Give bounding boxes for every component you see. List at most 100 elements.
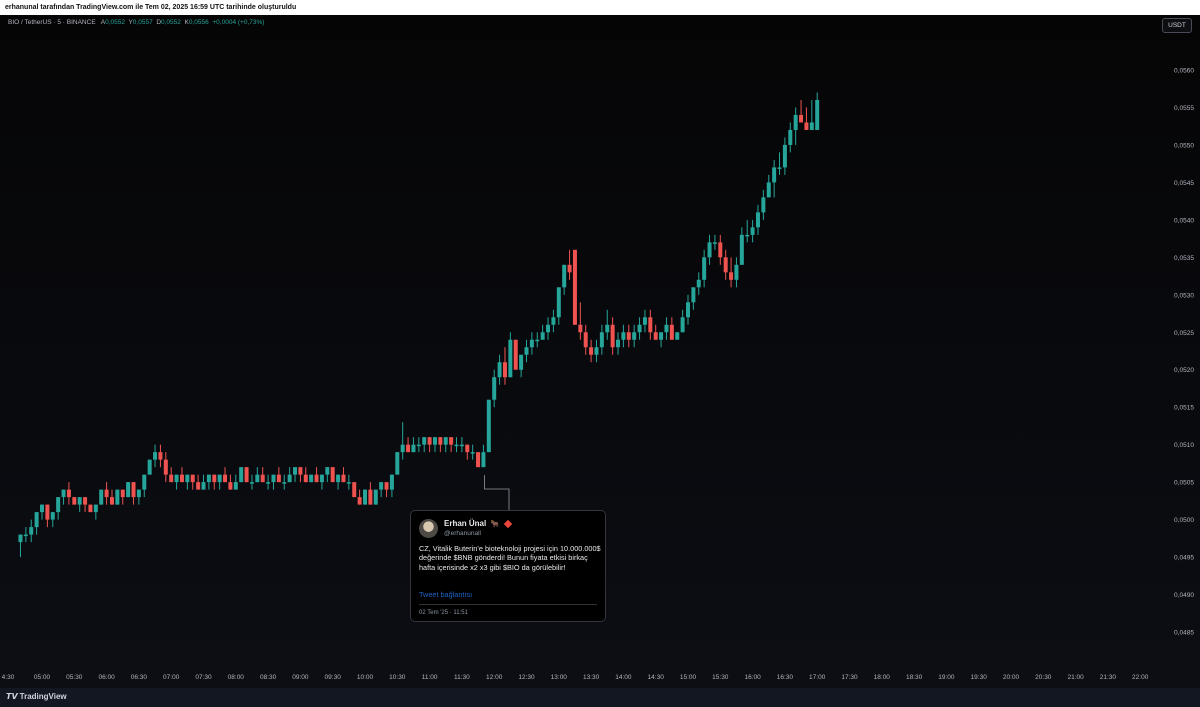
candle-body bbox=[109, 497, 114, 505]
candle-body bbox=[309, 474, 314, 483]
tradingview-logo[interactable]: 𝙏𝙑 TradingView bbox=[6, 692, 67, 701]
price-tick-label: 0,0515 bbox=[1174, 405, 1194, 412]
time-tick-label: 15:00 bbox=[680, 674, 697, 681]
candle-body bbox=[702, 257, 707, 280]
time-tick-label: 07:00 bbox=[163, 674, 180, 681]
candle-body bbox=[761, 197, 766, 213]
candle-body bbox=[158, 452, 163, 460]
candle-body bbox=[325, 467, 330, 475]
candle-body bbox=[115, 489, 120, 505]
candle-body bbox=[346, 482, 351, 484]
symbol-name: BIO / TetherUS · 5 · BINANCE bbox=[8, 19, 96, 26]
price-tick-label: 0,0525 bbox=[1174, 330, 1194, 337]
time-tick-label: 10:30 bbox=[389, 674, 406, 681]
candle-body bbox=[212, 474, 217, 483]
candle-body bbox=[260, 474, 265, 483]
open-value: 0,0552 bbox=[105, 19, 125, 26]
candle-body bbox=[88, 504, 93, 513]
symbol-legend: BIO / TetherUS · 5 · BINANCE A0,0552 Y0,… bbox=[8, 19, 264, 26]
tradingview-logo-text: TradingView bbox=[19, 692, 67, 701]
candle-body bbox=[104, 489, 109, 498]
currency-button[interactable]: USDT bbox=[1162, 18, 1192, 33]
candle-body bbox=[529, 339, 534, 348]
time-tick-label: 05:30 bbox=[66, 674, 83, 681]
candle-body bbox=[131, 482, 136, 498]
candle-body bbox=[190, 474, 195, 483]
chart-pane[interactable]: 0,0560 0,0555 0,0550 0,0545 0,0540 0,0535 0,05… bbox=[0, 15, 1200, 688]
candle-body bbox=[556, 287, 561, 318]
candle-body bbox=[454, 444, 459, 447]
candle-body bbox=[126, 482, 131, 498]
tweet-text: CZ, Vitalik Buterin’e bioteknoloji proje… bbox=[419, 544, 601, 572]
tweet-author-name: Erhan Ünal bbox=[444, 519, 487, 528]
candle-body bbox=[578, 324, 583, 333]
price-tick-label: 0,0535 bbox=[1174, 255, 1194, 262]
candle-body bbox=[675, 332, 680, 340]
tweet-link[interactable]: Tweet bağlantısı bbox=[419, 590, 472, 599]
time-tick-label: 12:30 bbox=[518, 674, 535, 681]
candle-body bbox=[632, 332, 637, 340]
candle-body bbox=[610, 324, 615, 348]
change-value: +0,0004 (+0,73%) bbox=[212, 19, 265, 26]
candle-body bbox=[287, 474, 292, 483]
time-tick-label: 17:00 bbox=[809, 674, 826, 681]
candle-body bbox=[136, 489, 141, 498]
candle-body bbox=[341, 474, 346, 483]
candle-body bbox=[163, 459, 168, 475]
candle-body bbox=[583, 332, 588, 348]
candle-body bbox=[793, 114, 798, 130]
candle-body bbox=[50, 512, 55, 520]
candle-body bbox=[18, 534, 23, 543]
price-tick-label: 0,0560 bbox=[1174, 68, 1194, 75]
candle-body bbox=[239, 467, 244, 483]
candle-body bbox=[336, 474, 341, 483]
time-tick-label: 08:00 bbox=[228, 674, 245, 681]
candle-body bbox=[524, 347, 529, 355]
candle-body bbox=[513, 339, 518, 370]
time-tick-label: 05:00 bbox=[34, 674, 51, 681]
candle-body bbox=[266, 482, 271, 484]
candle-body bbox=[77, 497, 82, 505]
candle-body bbox=[384, 482, 389, 490]
time-tick-label: 09:00 bbox=[292, 674, 309, 681]
candle-body bbox=[223, 474, 228, 483]
candle-body bbox=[357, 497, 362, 505]
time-tick-label: 21:00 bbox=[1067, 674, 1084, 681]
price-tick-label: 0,0550 bbox=[1174, 142, 1194, 149]
candle-body bbox=[449, 437, 454, 445]
candle-body bbox=[443, 437, 448, 445]
candle-body bbox=[476, 452, 481, 468]
candle-body bbox=[572, 249, 577, 325]
candle-body bbox=[686, 302, 690, 318]
time-tick-label: 17:30 bbox=[841, 674, 858, 681]
candle-body bbox=[459, 444, 464, 447]
candle-body bbox=[249, 482, 254, 484]
candle-body bbox=[540, 332, 545, 340]
tweet-card[interactable]: Erhan Ünal 🐂 @erhanunall CZ, Vitalik But… bbox=[410, 510, 606, 622]
candle-body bbox=[621, 332, 626, 340]
candle-body bbox=[691, 287, 696, 303]
time-tick-label: 12:00 bbox=[486, 674, 503, 681]
candle-body bbox=[217, 474, 222, 483]
footer-bar: 𝙏𝙑 TradingView bbox=[0, 688, 1200, 707]
candle-body bbox=[815, 99, 820, 130]
candle-body bbox=[470, 452, 475, 454]
price-tick-label: 0,0545 bbox=[1174, 180, 1194, 187]
close-value: 0,0556 bbox=[188, 19, 209, 26]
candle-body bbox=[696, 279, 701, 288]
candle-body bbox=[626, 332, 631, 340]
candle-body bbox=[23, 534, 28, 537]
candle-body bbox=[664, 324, 669, 333]
candle-body bbox=[745, 234, 750, 237]
candle-body bbox=[508, 339, 513, 378]
price-tick-label: 0,0495 bbox=[1174, 555, 1194, 562]
time-tick-label: 15:30 bbox=[712, 674, 729, 681]
candle-body bbox=[599, 332, 604, 348]
candle-body bbox=[739, 234, 744, 265]
candle-body bbox=[29, 527, 34, 535]
tweet-connector-line bbox=[484, 475, 510, 510]
candle-body bbox=[589, 347, 594, 355]
price-tick-label: 0,0530 bbox=[1174, 292, 1194, 299]
snapshot-header: erhanunal tarafından TradingView.com ile… bbox=[0, 0, 1200, 15]
time-tick-label: 11:00 bbox=[422, 674, 438, 681]
